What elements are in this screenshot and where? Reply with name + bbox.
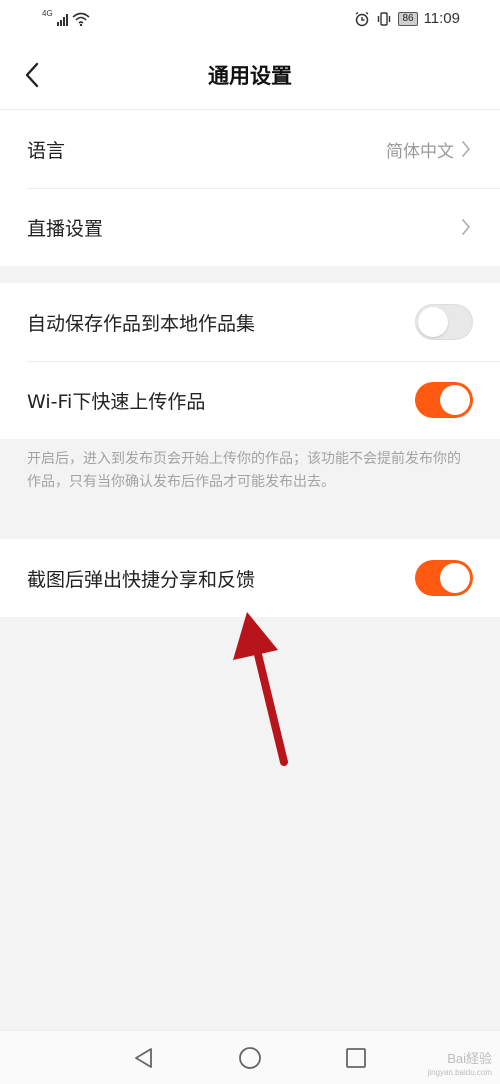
wifi-icon <box>72 12 90 26</box>
nav-home-button[interactable] <box>237 1045 263 1071</box>
signal-icon <box>56 14 68 26</box>
watermark-url: jingyan.baidu.com <box>427 1068 492 1077</box>
live-settings-right <box>460 188 472 266</box>
language-label: 语言 <box>27 139 66 162</box>
language-right: 简体中文 <box>386 110 472 188</box>
auto-save-label: 自动保存作品到本地作品集 <box>27 312 256 335</box>
upload-note-text: 开启后，进入到发布页会开始上传你的作品；该功能不会提前发布你的作品，只有当你确认… <box>27 451 461 490</box>
vibrate-icon <box>378 11 391 26</box>
watermark: Bai経验 jingyan.baidu.com <box>428 1052 492 1080</box>
live-settings-label: 直播设置 <box>27 217 104 240</box>
annotation-arrow <box>233 612 288 766</box>
page-header: 通用设置 <box>0 40 500 110</box>
status-right: 86 11:09 <box>354 10 460 27</box>
wifi-upload-row: Wi-Fi下快速上传作品 <box>0 361 500 439</box>
wifi-upload-toggle[interactable] <box>415 382 473 418</box>
chevron-right-icon <box>462 219 471 235</box>
nav-recents-button[interactable] <box>343 1045 369 1071</box>
chevron-right-icon <box>462 141 471 157</box>
network-type: 4G <box>42 9 53 18</box>
status-bar: 4G 86 11:09 <box>0 0 500 40</box>
watermark-text: Bai経验 <box>447 1051 492 1066</box>
triangle-back-icon <box>135 1048 152 1068</box>
alarm-clock-icon <box>356 11 369 26</box>
language-row[interactable]: 语言 简体中文 <box>0 110 500 188</box>
page-title: 通用设置 <box>208 64 292 88</box>
battery-indicator: 86 <box>398 11 418 26</box>
toggle-knob <box>440 563 470 593</box>
auto-save-row: 自动保存作品到本地作品集 <box>0 283 500 361</box>
status-left: 4G <box>42 9 90 26</box>
settings-group-upload: 自动保存作品到本地作品集 Wi-Fi下快速上传作品 <box>0 283 500 439</box>
toggle-knob <box>418 307 448 337</box>
circle-home-icon <box>239 1047 261 1069</box>
auto-save-toggle[interactable] <box>415 304 473 340</box>
nav-back-button[interactable] <box>131 1045 157 1071</box>
live-settings-row[interactable]: 直播设置 <box>0 188 500 266</box>
wifi-upload-label: Wi-Fi下快速上传作品 <box>27 390 206 413</box>
square-recents-icon <box>346 1048 366 1068</box>
settings-group-general: 语言 简体中文 直播设置 <box>0 110 500 266</box>
screenshot-share-label: 截图后弹出快捷分享和反馈 <box>27 568 256 591</box>
toggle-knob <box>440 385 470 415</box>
clock-time: 11:09 <box>423 10 460 27</box>
screenshot-share-toggle[interactable] <box>415 560 473 596</box>
language-value: 简体中文 <box>386 141 454 162</box>
navigation-bar: Bai経验 jingyan.baidu.com <box>0 1030 500 1084</box>
